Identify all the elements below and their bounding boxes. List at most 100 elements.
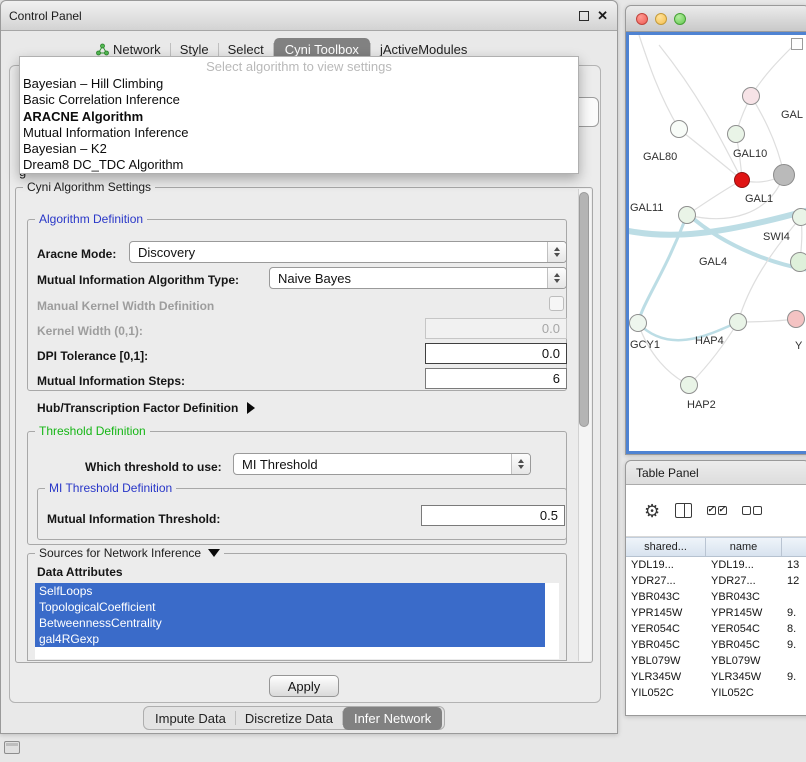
table-row[interactable]: YIL052CYIL052C [626,685,806,701]
minimized-panel-icon[interactable] [4,741,20,754]
collapsed-arrow-icon [247,402,255,414]
table-toolbar: ⚙ [626,485,806,537]
algorithm-option[interactable]: Dream8 DC_TDC Algorithm [20,157,578,173]
network-node-label: GCY1 [630,339,660,351]
close-window-icon[interactable]: ✕ [597,8,608,24]
table-row[interactable]: YBR045CYBR045C9. [626,637,806,653]
network-node[interactable] [787,310,805,328]
network-node[interactable] [678,206,696,224]
table-row[interactable]: YDL19...YDL19...13 [626,557,806,573]
network-node[interactable] [742,87,760,105]
table-panel-content: ⚙ shared... name YDL19...YDL19...13 YDR2… [626,485,806,715]
table-row[interactable]: YLR345WYLR345W9. [626,669,806,685]
network-view: GAL80GAL10GAL11GAL1SWI4GAL4GCY1HAP4YHAP2… [626,32,806,454]
tab-discretize-data[interactable]: Discretize Data [236,707,342,730]
mi-threshold-field[interactable]: 0.5 [421,505,565,526]
cell: YLR345W [706,669,782,685]
tab-label: Network [113,42,161,57]
close-traffic-light[interactable] [636,13,648,25]
view-corner-box [791,38,803,50]
cell: 13 [782,557,806,573]
cell: YBR043C [626,589,706,605]
cell: YBR045C [706,637,782,653]
attribute-item[interactable]: SelfLoops [35,583,545,599]
cell: YIL052C [706,685,782,701]
cell: YBL079W [626,653,706,669]
table-row[interactable]: YER054CYER054C8. [626,621,806,637]
cell [782,685,806,701]
table-row[interactable]: YBR043CYBR043C [626,589,806,605]
dpi-tolerance-field[interactable]: 0.0 [425,343,567,364]
group-title: Cyni Algorithm Settings [23,180,155,194]
cell: YDR27... [706,573,782,589]
network-node-label: GAL80 [643,151,677,163]
panel-title: Table Panel [636,466,699,480]
network-node[interactable] [734,172,750,188]
settings-scrollbar-thumb[interactable] [579,192,589,427]
mi-steps-field[interactable]: 6 [425,368,567,389]
mi-threshold-label: Mutual Information Threshold: [47,512,220,526]
cell: YER054C [626,621,706,637]
network-node-label: SWI4 [763,231,790,243]
table-header-row: shared... name [626,537,806,557]
group-title: Threshold Definition [35,424,150,438]
float-window-icon[interactable] [579,11,589,21]
cell [782,589,806,605]
network-node[interactable] [773,164,795,186]
attribute-item[interactable]: TopologicalCoefficient [35,599,545,615]
control-panel-titlebar: Control Panel ✕ [1,1,617,31]
algorithm-option[interactable]: Mutual Information Inference [20,125,578,141]
column-header-shared-name[interactable]: shared... [626,538,706,556]
network-node-label: Y [795,340,802,352]
tab-impute-data[interactable]: Impute Data [146,707,235,730]
table-row[interactable]: YBL079WYBL079W [626,653,806,669]
table-row[interactable]: YPR145WYPR145W9. [626,605,806,621]
mi-algorithm-type-select[interactable]: Naive Bayes [269,267,567,289]
algorithm-placeholder-option[interactable]: Select algorithm to view settings [20,57,578,76]
minimize-traffic-light[interactable] [655,13,667,25]
which-threshold-select[interactable]: MI Threshold [233,453,531,475]
column-header-partial[interactable] [782,538,806,556]
aracne-mode-value: Discovery [130,245,547,260]
zoom-traffic-light[interactable] [674,13,686,25]
cell: YDL19... [706,557,782,573]
kernel-width-field[interactable]: 0.0 [425,318,567,339]
gear-icon[interactable]: ⚙ [644,502,660,520]
table-row[interactable]: YDR27...YDR27...12 [626,573,806,589]
hub-definition-toggle[interactable]: Hub/Transcription Factor Definition [37,401,255,415]
manual-kernel-width-checkbox[interactable] [549,296,564,311]
network-node-label: GAL11 [630,202,663,214]
network-node-label: GAL10 [733,148,767,160]
algorithm-option-selected[interactable]: ARACNE Algorithm [20,109,578,125]
sources-toggle[interactable]: Sources for Network Inference [35,546,224,560]
network-node-label: GAL [781,109,803,121]
tab-infer-network[interactable]: Infer Network [343,707,442,730]
aracne-mode-select[interactable]: Discovery [129,241,567,263]
network-node[interactable] [727,125,745,143]
attribute-item[interactable]: gal4RGexp [35,631,545,647]
tab-label: Infer Network [354,711,431,726]
data-attributes-label: Data Attributes [37,565,123,579]
network-node[interactable] [629,314,647,332]
network-canvas[interactable]: GAL80GAL10GAL11GAL1SWI4GAL4GCY1HAP4YHAP2… [629,35,806,451]
network-node[interactable] [680,376,698,394]
select-all-checkboxes-icon[interactable] [707,506,727,515]
sources-title: Sources for Network Inference [39,546,201,560]
column-header-name[interactable]: name [706,538,782,556]
combo-arrows-icon [511,454,530,474]
attribute-item[interactable]: BetweennessCentrality [35,615,545,631]
apply-button[interactable]: Apply [269,675,339,697]
clear-all-checkboxes-icon[interactable] [742,506,762,515]
network-node[interactable] [792,208,806,226]
algorithm-option[interactable]: Basic Correlation Inference [20,92,578,108]
dpi-tolerance-label: DPI Tolerance [0,1]: [37,349,148,363]
algorithm-option[interactable]: Bayesian – K2 [20,141,578,157]
network-node[interactable] [729,313,747,331]
columns-icon[interactable] [675,503,692,518]
network-icon [96,43,109,56]
network-node[interactable] [790,252,806,272]
mi-steps-label: Mutual Information Steps: [37,374,185,388]
network-node[interactable] [670,120,688,138]
algorithm-option[interactable]: Bayesian – Hill Climbing [20,76,578,92]
table-panel-titlebar: Table Panel [626,461,806,485]
